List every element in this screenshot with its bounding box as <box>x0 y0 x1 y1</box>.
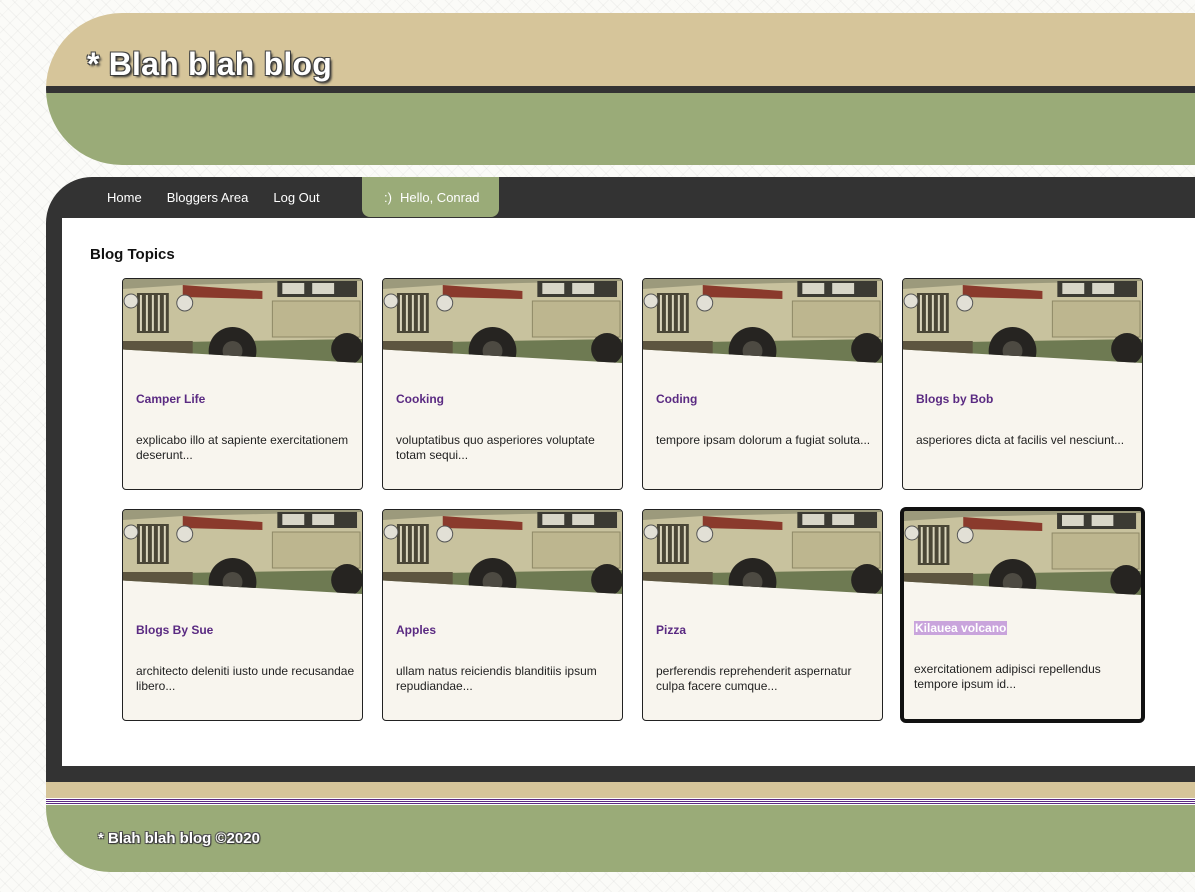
topic-card[interactable]: Kilauea volcano exercitationem adipisci r… <box>900 507 1145 723</box>
truck-photo-icon <box>643 510 882 594</box>
site-footer: * Blah blah blog ©2020 <box>46 782 1195 872</box>
user-greeting[interactable]: :) Hello, Conrad <box>362 177 499 217</box>
topic-card-description: architecto deleniti iusto unde recusanda… <box>136 664 355 693</box>
site-title[interactable]: * Blah blah blog <box>87 46 332 83</box>
main-frame: Home Bloggers Area Log Out :) Hello, Con… <box>46 177 1195 782</box>
smiley-icon: :) <box>384 189 392 205</box>
topic-card[interactable]: Apples ullam natus reiciendis blanditiis … <box>382 509 623 721</box>
topic-card-description: asperiores dicta at facilis vel nesciunt… <box>916 433 1125 447</box>
truck-photo-icon <box>903 279 1142 363</box>
truck-photo-icon <box>383 510 622 594</box>
content-area: Blog Topics Camper Life explicabo illo at… <box>62 218 1195 766</box>
page-title: Blog Topics <box>90 246 175 263</box>
header-divider <box>46 86 1195 93</box>
truck-photo-icon <box>123 279 362 363</box>
nav-bloggers-area-link[interactable]: Bloggers Area <box>167 190 249 205</box>
user-greeting-text: Hello, Conrad <box>399 189 480 205</box>
topic-card-title[interactable]: Blogs by Bob <box>916 392 993 406</box>
nav-bar: Home Bloggers Area Log Out <box>107 177 345 217</box>
truck-photo-icon <box>383 279 622 363</box>
header-green-band <box>46 93 1195 165</box>
truck-photo-icon <box>904 511 1141 595</box>
truck-photo-icon <box>643 279 882 363</box>
page: * Blah blah blog Home Bloggers Area Log … <box>0 0 1195 892</box>
nav-home-link[interactable]: Home <box>107 190 142 205</box>
footer-copyright: * Blah blah blog ©2020 <box>98 830 260 847</box>
topic-card-title[interactable]: Pizza <box>656 623 686 637</box>
topic-card-title[interactable]: Coding <box>656 392 697 406</box>
topic-card[interactable]: Blogs by Bob asperiores dicta at facilis … <box>902 278 1143 490</box>
topic-card-title[interactable]: Blogs By Sue <box>136 623 213 637</box>
site-header: * Blah blah blog <box>46 13 1195 165</box>
topic-card-description: ullam natus reiciendis blanditiis ipsum … <box>396 664 597 693</box>
footer-tan-band <box>46 782 1195 798</box>
truck-photo-icon <box>123 510 362 594</box>
footer-stripes <box>46 798 1195 805</box>
topic-card-description: tempore ipsam dolorum a fugiat soluta... <box>656 433 871 447</box>
topic-card-title[interactable]: Cooking <box>396 392 444 406</box>
topic-card[interactable]: Camper Life explicabo illo at sapiente ex… <box>122 278 363 490</box>
topic-card-title[interactable]: Camper Life <box>136 392 205 406</box>
topic-card[interactable]: Coding tempore ipsam dolorum a fugiat sol… <box>642 278 883 490</box>
topic-card-title[interactable]: Kilauea volcano <box>914 621 1008 635</box>
topic-card-description: explicabo illo at sapiente exercitatione… <box>136 433 349 462</box>
topic-card[interactable]: Pizza perferendis reprehenderit aspernatu… <box>642 509 883 721</box>
topic-card[interactable]: Blogs By Sue architecto deleniti iusto un… <box>122 509 363 721</box>
topic-card-description: perferendis reprehenderit aspernatur cul… <box>656 664 852 693</box>
topic-card-description: exercitationem adipisci repellendus temp… <box>914 662 1101 691</box>
topic-card-description: voluptatibus quo asperiores voluptate to… <box>396 433 595 462</box>
topic-card-title[interactable]: Apples <box>396 623 436 637</box>
nav-log-out-link[interactable]: Log Out <box>273 190 319 205</box>
topic-card[interactable]: Cooking voluptatibus quo asperiores volup… <box>382 278 623 490</box>
